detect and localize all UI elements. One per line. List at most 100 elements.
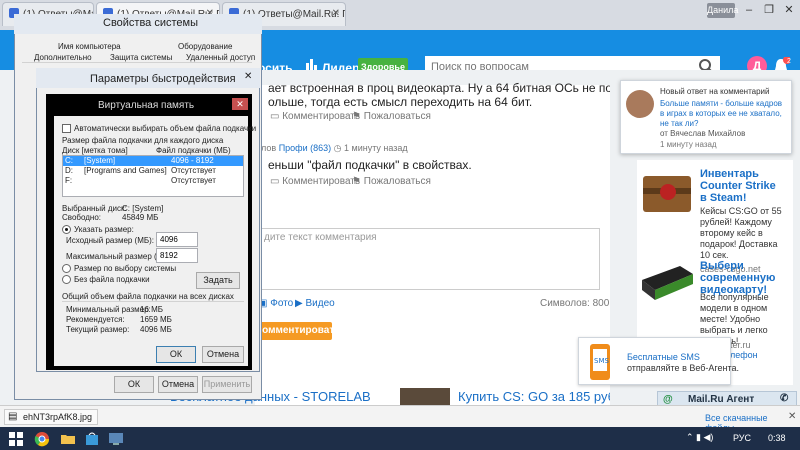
drive-size: Отсутствует — [171, 176, 216, 185]
video-card-image[interactable] — [640, 260, 695, 310]
notification-time: 1 минуту назад — [660, 140, 717, 149]
agent-promo-title[interactable]: Бесплатные SMS — [627, 352, 700, 362]
notification-text-line[interactable]: в играх в которых ее не хватало, — [660, 109, 782, 119]
dialog-title: Свойства системы — [103, 17, 199, 29]
drive-label: [System] — [84, 156, 116, 165]
ad-text-line: Все популярные — [700, 292, 769, 302]
drive-letter: C: — [65, 156, 73, 165]
system-settings-icon[interactable] — [108, 431, 124, 447]
set-button[interactable]: Задать — [196, 272, 240, 289]
initial-size-input[interactable] — [156, 232, 198, 247]
dialog-title: Параметры быстродействия — [90, 73, 236, 85]
phone-call-icon[interactable]: ✆ — [780, 393, 788, 404]
close-downloads-icon[interactable]: ✕ — [788, 411, 796, 422]
custom-size-radio[interactable] — [62, 225, 71, 234]
no-pagefile-label: Без файла подкачки — [74, 275, 150, 284]
initial-size-label: Исходный размер (МБ): — [66, 236, 155, 245]
char-counter: Символов: 800 — [540, 298, 610, 309]
ok-button[interactable]: ОК — [156, 346, 196, 363]
max-size-input[interactable] — [156, 248, 198, 263]
clock[interactable]: 0:38 — [768, 433, 786, 443]
apply-button[interactable]: Применить — [202, 376, 252, 393]
drive-size: 4096 - 8192 — [171, 156, 214, 165]
min-label: Минимальный размер: — [66, 305, 151, 314]
system-size-radio[interactable] — [62, 264, 71, 273]
comment-action[interactable]: ▭ Комментировать — [270, 111, 360, 122]
ad-text-line: месте! Удобно — [700, 314, 761, 324]
tab-system-protection[interactable]: Защита системы — [110, 53, 172, 62]
drive-letter: F: — [65, 176, 73, 185]
no-pagefile-radio[interactable] — [62, 275, 71, 284]
agent-promo-text: отправляйте в Веб-Агента. — [627, 363, 739, 373]
close-icon[interactable]: ✕ — [244, 71, 252, 82]
minimize-icon[interactable]: – — [738, 0, 760, 20]
photo-label: Фото — [270, 298, 294, 309]
maximize-icon[interactable]: ❐ — [758, 0, 780, 20]
tab-computer-name[interactable]: Имя компьютера — [58, 42, 121, 51]
cancel-button[interactable]: Отмена — [158, 376, 198, 393]
close-icon[interactable]: ✕ — [232, 98, 248, 110]
notification-title: Новый ответ на комментарий — [660, 87, 770, 96]
comment-icon: ▭ — [270, 176, 280, 187]
file-icon: ▤ — [8, 411, 18, 422]
ok-button[interactable]: ОК — [114, 376, 154, 393]
windows-start-icon[interactable] — [8, 431, 24, 447]
ad-url[interactable]: ter.ru — [730, 340, 751, 350]
ad-title-line: современную — [700, 272, 776, 284]
report-label: Пожаловаться — [363, 176, 431, 187]
close-window-icon[interactable]: ✕ — [778, 0, 800, 20]
tray-icons[interactable]: ⌃ ▮ ◀) — [686, 432, 713, 443]
system-size-label: Размер по выбору системы — [74, 264, 177, 273]
selected-disk-label: Выбранный диск: — [62, 204, 127, 213]
notification-author: от Вячеслав Михайлов — [660, 129, 746, 138]
close-tab-icon[interactable]: ✕ — [332, 8, 340, 19]
notification-text-line[interactable]: не так ли? — [660, 119, 698, 129]
folder-icon[interactable] — [60, 431, 76, 447]
language-indicator[interactable]: РУС — [733, 433, 751, 443]
ad-title-line: Инвентарь — [700, 168, 759, 180]
comment-label: Комментировать — [282, 176, 361, 187]
store-icon[interactable] — [84, 431, 100, 447]
download-item[interactable]: ▤ ehNT3rpAfK8.jpg — [4, 409, 98, 425]
flag-icon: ⚑ — [352, 111, 361, 122]
col-disk: Диск [метка тома] — [62, 146, 128, 155]
ad-title[interactable]: Инвентарь Counter Strike в Steam! — [700, 168, 776, 204]
browser-user-badge[interactable]: Данила — [707, 3, 738, 18]
ad-title-line: Выбери — [700, 260, 744, 272]
min-value: 16 МБ — [140, 305, 164, 314]
recommended-label: Рекомендуется: — [66, 315, 125, 324]
drive-size: Отсутствует — [171, 166, 216, 175]
tab-advanced[interactable]: Дополнительно — [34, 53, 92, 62]
cancel-button[interactable]: Отмена — [202, 346, 244, 363]
answer-text-line: еньши "файл подкачки" в свойствах. — [268, 158, 472, 172]
divider — [22, 62, 252, 63]
report-action[interactable]: ⚑ Пожаловаться — [352, 111, 431, 122]
case-image[interactable] — [640, 168, 695, 218]
free-label: Свободно: — [62, 213, 101, 222]
avatar — [626, 90, 654, 118]
auto-size-label: Автоматически выбирать объем файла подка… — [74, 124, 257, 133]
submit-comment-button[interactable]: Комментировать — [256, 322, 340, 340]
video-link[interactable]: ▶ Видео — [295, 298, 335, 309]
answer-level[interactable]: Профи (863) — [279, 143, 331, 153]
auto-size-checkbox[interactable] — [62, 124, 71, 133]
video-label: Видео — [305, 298, 335, 309]
tab-remote[interactable]: Удаленный доступ — [186, 53, 255, 62]
answer-text-line: ольше, тогда есть смысл переходить на 64… — [268, 95, 533, 109]
custom-size-label: Указать размер: — [74, 225, 134, 234]
ad-url[interactable]: лефон — [730, 350, 758, 360]
comment-action[interactable]: ▭ Комментировать — [270, 176, 360, 187]
ad-title[interactable]: Выбери современную видеокарту! — [700, 260, 775, 296]
tab-hardware[interactable]: Оборудование — [178, 42, 232, 51]
phone-icon: SMS — [590, 344, 610, 380]
photo-link[interactable]: ▣ Фото — [258, 298, 293, 309]
notification-text-line[interactable]: Больше памяти - больше кадров — [660, 99, 782, 109]
report-action[interactable]: ⚑ Пожаловаться — [352, 176, 431, 187]
comment-label: Комментировать — [282, 111, 361, 122]
current-label: Текущий размер: — [66, 325, 130, 334]
answer-time: 1 минуту назад — [344, 143, 408, 153]
chrome-icon[interactable] — [34, 431, 50, 447]
ad-text-line: рублей! Каждому — [700, 217, 772, 227]
ad-text-line: второму кейс в — [700, 228, 763, 238]
ad-text-line: выбрать и легко — [700, 325, 768, 335]
